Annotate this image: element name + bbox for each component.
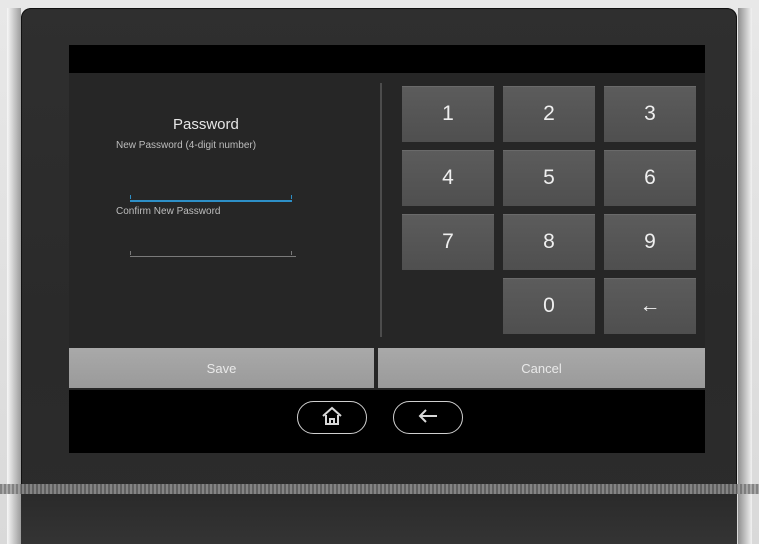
key-2[interactable]: 2 <box>503 86 595 142</box>
key-7[interactable]: 7 <box>402 214 494 270</box>
device-frame-right <box>738 8 752 544</box>
field-tick <box>130 251 131 255</box>
key-1[interactable]: 1 <box>402 86 494 142</box>
home-icon <box>320 405 344 431</box>
key-9[interactable]: 9 <box>604 214 696 270</box>
key-6[interactable]: 6 <box>604 150 696 206</box>
navigation-bar <box>69 390 705 453</box>
device-lower-body <box>21 494 737 544</box>
pane-divider <box>380 83 382 337</box>
confirm-password-label: Confirm New Password <box>116 206 221 217</box>
new-password-label: New Password (4-digit number) <box>116 140 257 151</box>
back-button[interactable] <box>393 401 463 434</box>
backspace-key[interactable]: ← <box>604 278 696 334</box>
back-arrow-icon <box>416 407 440 429</box>
speaker-grille <box>0 484 759 494</box>
key-3[interactable]: 3 <box>604 86 696 142</box>
screen: Password New Password (4-digit number) C… <box>69 45 705 453</box>
save-button[interactable]: Save <box>69 348 374 388</box>
action-bar: Save Cancel <box>69 348 705 388</box>
home-button[interactable] <box>297 401 367 434</box>
cancel-button[interactable]: Cancel <box>378 348 705 388</box>
field-tick <box>130 195 131 199</box>
numeric-keypad: 1 2 3 4 5 6 7 8 9 0 ← <box>402 86 698 336</box>
status-bar <box>69 45 705 73</box>
device-frame-left <box>7 8 21 544</box>
page: Password New Password (4-digit number) C… <box>0 0 759 544</box>
key-5[interactable]: 5 <box>503 150 595 206</box>
key-4[interactable]: 4 <box>402 150 494 206</box>
field-tick <box>291 251 292 255</box>
new-password-field[interactable] <box>130 198 292 202</box>
confirm-password-field[interactable] <box>130 248 296 257</box>
page-title: Password <box>173 116 239 133</box>
key-0[interactable]: 0 <box>503 278 595 334</box>
key-8[interactable]: 8 <box>503 214 595 270</box>
field-tick <box>291 195 292 199</box>
